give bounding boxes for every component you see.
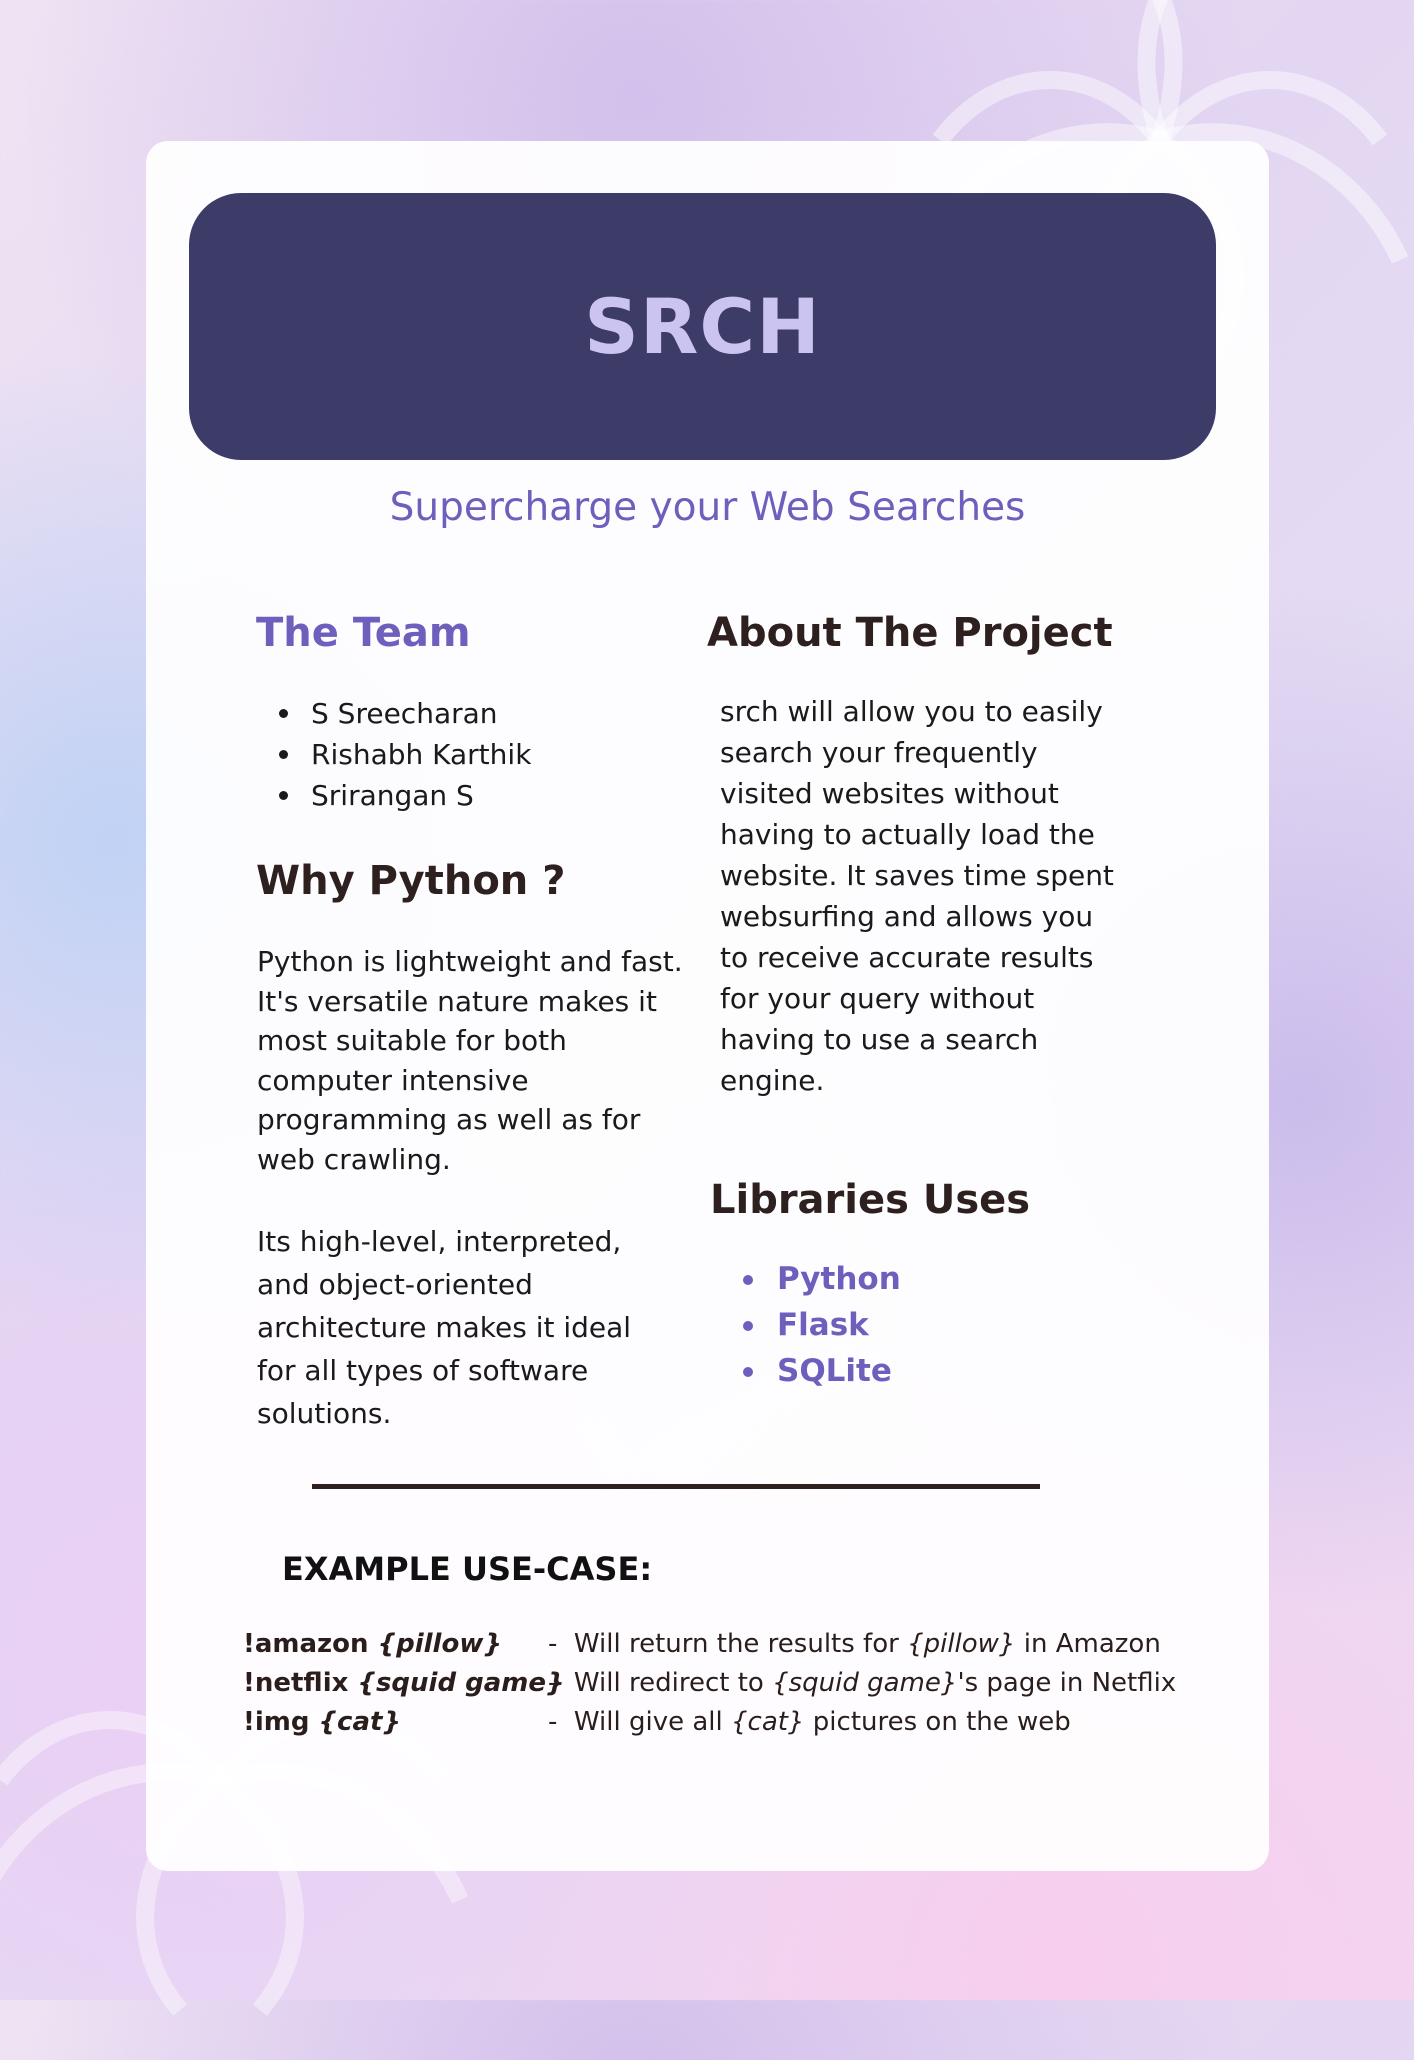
example-description: - Will redirect to {squid game}'s page i… <box>548 1668 1177 1698</box>
team-member: Rishabh Karthik <box>256 734 531 775</box>
team-list: S Sreecharan Rishabh Karthik Srirangan S <box>256 693 531 816</box>
about-paragraph: srch will allow you to easily search you… <box>720 695 1114 1097</box>
team-heading: The Team <box>256 610 471 656</box>
why-python-heading: Why Python ? <box>256 858 566 904</box>
libraries-list: Python Flask SQLite <box>743 1256 901 1394</box>
team-member: Srirangan S <box>256 775 531 816</box>
example-row: !img {cat} - Will give all {cat} picture… <box>243 1707 1243 1747</box>
example-command: !amazon {pillow} <box>243 1629 502 1659</box>
bullet-icon <box>743 1321 753 1331</box>
section-divider <box>312 1484 1040 1489</box>
example-description: - Will give all {cat} pictures on the we… <box>548 1707 1071 1737</box>
example-command: !img {cat} <box>243 1707 401 1737</box>
libraries-heading: Libraries Uses <box>710 1177 1031 1223</box>
bullet-icon <box>279 709 288 718</box>
tagline: Supercharge your Web Searches <box>389 485 1026 530</box>
bullet-icon <box>743 1275 753 1285</box>
team-member: S Sreecharan <box>256 693 531 734</box>
example-description: - Will return the results for {pillow} i… <box>548 1629 1161 1659</box>
project-title: SRCH <box>584 282 821 371</box>
why-python-paragraph-1: Python is lightweight and fast. It's ver… <box>257 945 683 1176</box>
example-command: !netflix {squid game} <box>243 1668 565 1698</box>
library-item: SQLite <box>743 1348 901 1394</box>
example-heading: EXAMPLE USE-CASE: <box>282 1550 653 1588</box>
bullet-icon <box>279 750 288 759</box>
title-banner: SRCH <box>189 193 1216 460</box>
bullet-icon <box>743 1367 753 1377</box>
example-row: !amazon {pillow} - Will return the resul… <box>243 1629 1243 1669</box>
why-python-paragraph-2: Its high-level, interpreted, and object-… <box>257 1225 632 1430</box>
bullet-icon <box>279 791 288 800</box>
library-item: Flask <box>743 1302 901 1348</box>
about-heading: About The Project <box>707 610 1113 656</box>
library-item: Python <box>743 1256 901 1302</box>
example-row: !netflix {squid game} - Will redirect to… <box>243 1668 1243 1708</box>
